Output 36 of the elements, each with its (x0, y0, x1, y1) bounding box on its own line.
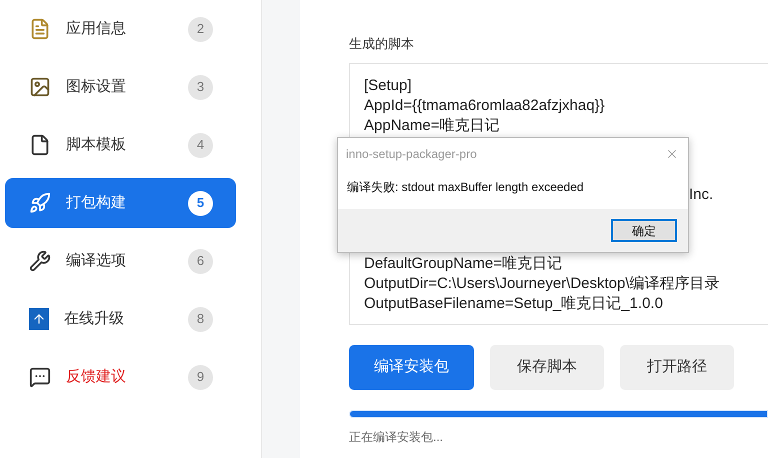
action-button[interactable]: 保存脚本 (490, 344, 604, 390)
ok-button[interactable]: 确定 (611, 219, 677, 242)
action-button[interactable]: 编译安装包 (349, 344, 474, 390)
sidebar-item-label: 在线升级 (64, 308, 125, 329)
count-badge: 8 (188, 306, 213, 332)
sidebar-item-label: 编译选项 (66, 250, 127, 271)
rocket-icon (29, 192, 51, 214)
speech-bubble-icon (29, 366, 51, 388)
dialog-message: 编译失败: stdout maxBuffer length exceeded (346, 179, 585, 196)
action-button[interactable]: 打开路径 (620, 344, 734, 390)
count-badge: 4 (188, 132, 213, 158)
script-line: [Setup] (364, 76, 412, 96)
status-text: 正在编译安装包... (349, 428, 444, 446)
script-line: OutputDir=C:\Users\Journeyer\Desktop\编译程序目录 (364, 274, 720, 294)
section-label: 生成的脚本 (349, 35, 415, 53)
count-badge: 2 (188, 16, 213, 42)
sidebar-item-label: 反馈建议 (66, 366, 127, 387)
count-badge: 3 (188, 74, 213, 100)
script-line: DefaultGroupName=唯克日记 (364, 254, 562, 274)
notepad-icon (29, 18, 51, 40)
wrench-icon (29, 250, 51, 272)
sidebar-item[interactable]: 打包构建 5 (5, 178, 236, 228)
dialog-title: inno-setup-packager-pro (346, 146, 477, 163)
script-line: AppId={{tmama6romlaa82afzjxhaq}} (364, 96, 605, 116)
sidebar-item-label: 图标设置 (66, 76, 127, 97)
script-line: OutputBaseFilename=Setup_唯克日记_1.0.0 (364, 294, 663, 314)
count-badge: 9 (188, 364, 213, 390)
sidebar-item-label: 打包构建 (66, 192, 127, 213)
script-line: AppName=唯克日记 (364, 116, 500, 136)
sidebar-item-label: 应用信息 (66, 18, 127, 39)
document-icon (29, 134, 51, 156)
picture-icon (29, 76, 51, 98)
count-badge: 6 (188, 248, 213, 274)
sidebar-item-label: 脚本模板 (66, 134, 127, 155)
script-line: Inc. (689, 184, 714, 204)
count-badge: 5 (188, 190, 213, 216)
